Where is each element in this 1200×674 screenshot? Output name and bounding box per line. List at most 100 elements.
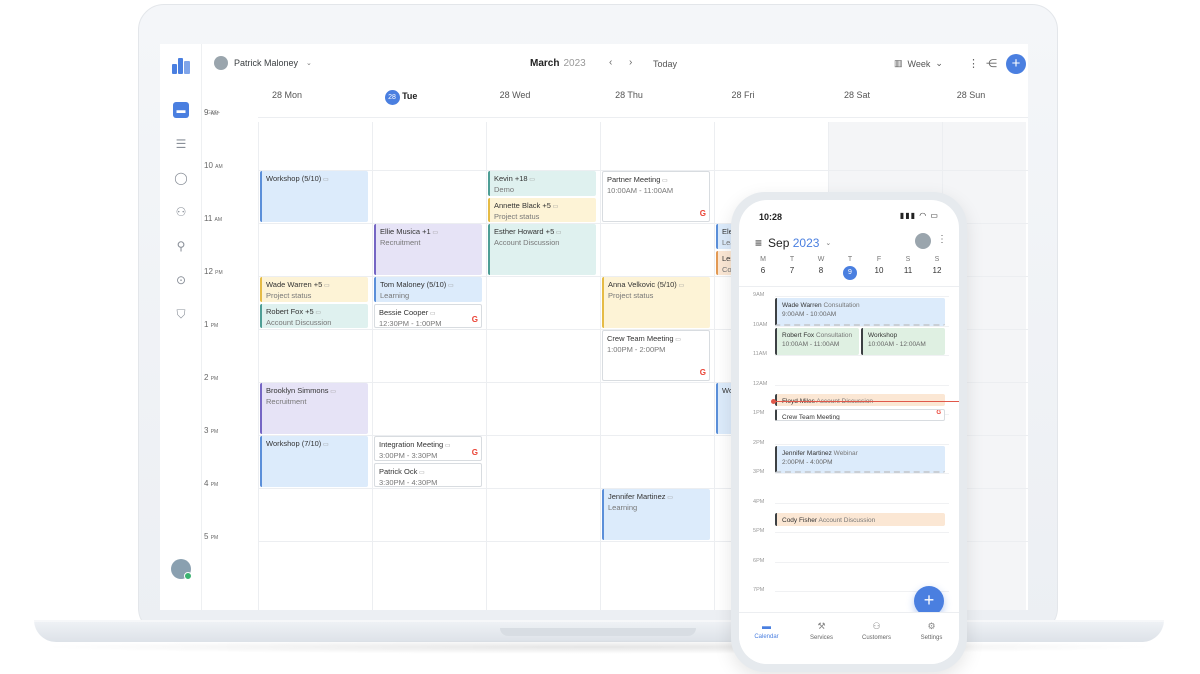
share-icon[interactable]: ⋲ [986,57,997,70]
event-tag: Consultation [815,331,853,339]
video-icon: ▭ [417,469,425,476]
settings-icon: ⚙ [927,621,936,631]
menu-icon[interactable]: ≡ [755,236,762,250]
org-icon[interactable]: ⚲ [173,238,189,254]
calendar-event[interactable]: Workshop (7/10) ▭ [260,436,368,487]
current-user-avatar[interactable] [171,559,192,580]
user-selector[interactable]: Patrick Maloney ⌄ [214,56,312,70]
calendar-icon[interactable]: ▬ [173,102,189,118]
calendar-event[interactable]: Workshop (5/10) ▭ [260,171,368,222]
event-subtitle: Account Discussion [266,317,332,327]
mobile-time-label: 1PM [753,410,764,416]
day-header-thu[interactable]: 28 Thu [572,90,686,100]
view-selector[interactable]: ▥ Week ⌄ [894,58,943,69]
event-tag: Webinar [833,449,858,457]
customers-icon[interactable]: ⚇ [173,204,189,220]
date-number[interactable]: 10 [865,266,893,275]
calendar-event[interactable]: Brooklyn Simmons ▭ Recruitment [260,383,368,434]
calendar-event[interactable]: Annette Black +5 ▭ Project status [488,197,596,222]
day-label: Mon [284,90,303,100]
date-number[interactable]: 11 [894,266,922,275]
services-icon[interactable]: ☰ [173,136,189,152]
calendar-event[interactable]: Partner Meeting ▭ 10:00AM - 11:00AM G [602,171,710,222]
video-icon: ▭ [313,309,322,316]
today-button[interactable]: Today [653,59,677,69]
calendar-event[interactable]: Esther Howard +5 ▭ Account Discussion [488,224,596,275]
mobile-event[interactable]: Wade Warren Consultation 9:00AM - 10:00AM [775,298,945,326]
event-title: Wade Warren +5 ▭ [266,280,330,289]
calendar-event[interactable]: Jennifer Martinez ▭ Learning [602,489,710,540]
day-label: Fri [744,90,755,100]
nav-label: Services [809,635,833,641]
mobile-event[interactable]: Jennifer Martinez Webinar 2:00PM - 4:00PM [775,445,945,473]
date-number[interactable]: 12 [923,266,951,275]
time-ampm: PM [756,469,765,475]
date-text: 10 [874,266,884,275]
mobile-event[interactable]: Robert Fox Consultation 10:00AM - 11:00AM [775,327,859,355]
chevron-down-icon: ⌄ [935,58,943,68]
day-header-wed[interactable]: 28 Wed [458,90,572,100]
mobile-month-selector[interactable]: ≡ Sep 2023 ⌄ [755,236,831,250]
laptop-shadow [34,640,1164,654]
time-ampm: AM [759,380,768,387]
calendar-event[interactable]: Crew Team Meeting ▭ 1:00PM - 2:00PM G [602,330,710,381]
event-subtitle: Project status [266,291,312,300]
nav-label: Calendar [754,634,779,640]
mobile-hour-line [775,355,949,356]
nav-settings[interactable]: ⚙ Settings [904,621,959,641]
day-header-fri[interactable]: 28 Fri [686,90,800,100]
day-header-mon[interactable]: 28 Mon [230,90,344,100]
date-number[interactable]: 8 [807,266,835,275]
date-text: 6 [760,266,766,275]
day-header-sun[interactable]: 28 Sun [914,90,1028,100]
mobile-event[interactable]: Crew Team Meeting12:45PM - 1:45PMG [775,408,945,422]
event-title: Anna Velkovic (5/10) ▭ [608,280,685,289]
nav-customers[interactable]: ⚇ Customers [849,621,904,641]
user-name: Patrick Maloney [234,58,299,68]
mobile-hour-line [775,325,949,327]
event-subtitle: Project status [494,211,540,221]
calendar-event[interactable]: Kevin +18 ▭ Demo [488,171,596,196]
chat-icon[interactable]: ◯ [173,170,189,186]
nav-services[interactable]: ⚒ Services [794,621,849,641]
date-number[interactable]: 6 [749,266,777,275]
time-label: 10 AM [204,161,223,170]
more-vert-icon[interactable]: ⋮ [968,57,979,70]
app-logo[interactable] [172,58,190,74]
time-ampm: PM [215,270,223,276]
services-icon: ⚒ [817,621,826,631]
status-time: 10:28 [759,212,783,222]
calendar-event[interactable]: Robert Fox +5 ▭ Account Discussion [260,303,368,328]
calendar-event[interactable]: Patrick Ock ▭ 3:30PM - 4:30PM [374,462,482,487]
calendar-event[interactable]: Bessie Cooper ▭ 12:30PM - 1:00PM G [374,303,482,328]
calendar-event[interactable]: Integration Meeting ▭ 3:00PM - 3:30PM G [374,436,482,461]
day-label: Thu [627,90,643,100]
add-event-button[interactable]: + [1006,54,1026,74]
day-header-sat[interactable]: 28 Sat [800,90,914,100]
date-number[interactable]: 7 [778,266,806,275]
date-text: 7 [789,266,795,275]
calendar-event[interactable]: Wade Warren +5 ▭ Project status [260,277,368,302]
mobile-event[interactable]: Workshop 10:00AM - 12:00AM [861,327,945,355]
mobile-event[interactable]: Cody Fisher Account Discussion4:30PM - 5… [775,513,945,527]
calendar-event[interactable]: Anna Velkovic (5/10) ▭ Project status [602,277,710,328]
day-header-tue[interactable]: 28 Tue [344,90,458,105]
integrations-icon[interactable]: ⊙ [173,272,189,288]
calendar-event[interactable]: Ellie Musica +1 ▭ Recruitment [374,224,482,275]
mobile-hour-line [775,532,949,533]
more-vert-icon[interactable]: ⋮ [937,234,947,245]
event-subtitle: 12:30PM - 1:00PM [379,318,442,328]
time-hour: 9 [204,108,209,117]
shield-icon[interactable]: ⛉ [173,306,189,322]
mobile-time-label: 10AM [753,322,767,328]
time-ampm: PM [210,323,219,329]
time-hour: 1 [204,320,209,329]
chevron-right-icon[interactable]: › [629,57,632,68]
nav-calendar[interactable]: ▬ Calendar [739,621,794,640]
grid-column-line [714,122,715,610]
mobile-user-avatar[interactable] [915,233,931,249]
calendar-event[interactable]: Tom Maloney (5/10) ▭ Learning [374,277,482,302]
event-name: Cody Fisher [782,517,818,525]
date-number[interactable]: 9 [836,266,864,280]
chevron-left-icon[interactable]: ‹ [609,57,612,68]
